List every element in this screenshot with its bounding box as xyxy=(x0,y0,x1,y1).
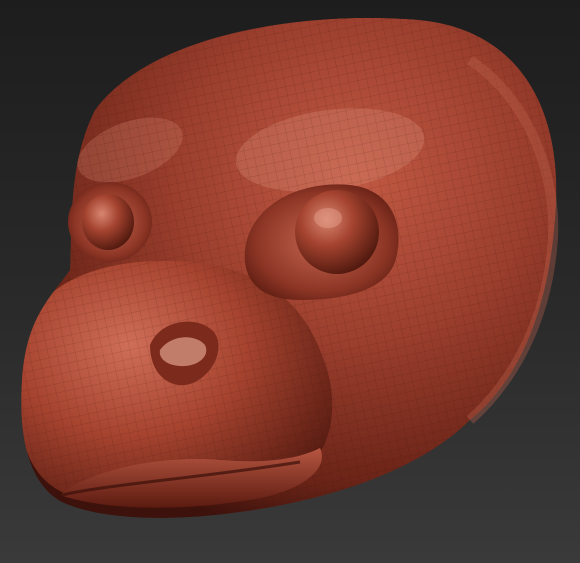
left-eye xyxy=(68,182,152,262)
sculpt-render xyxy=(21,17,559,518)
render-viewport[interactable] xyxy=(0,0,580,563)
